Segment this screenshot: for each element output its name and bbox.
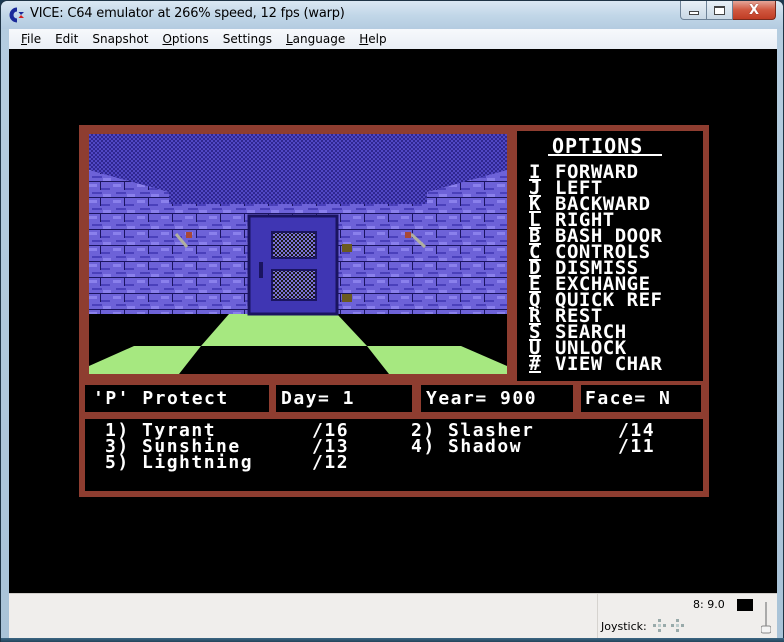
close-button[interactable]: X xyxy=(733,1,776,20)
vice-window: VICE: C64 emulator at 266% speed, 12 fps… xyxy=(0,0,784,642)
minimize-button[interactable] xyxy=(680,1,707,20)
dungeon-view xyxy=(89,134,507,374)
minimize-icon xyxy=(688,11,699,15)
window-controls: X xyxy=(680,1,776,21)
title-bar[interactable]: VICE: C64 emulator at 266% speed, 12 fps… xyxy=(1,1,783,29)
menu-language[interactable]: Language xyxy=(279,32,352,46)
protect-status: 'P' Protect xyxy=(93,388,229,409)
maximize-icon xyxy=(714,5,725,15)
party-slot-5: 5) Lightning/12 xyxy=(105,452,350,473)
window-title: VICE: C64 emulator at 266% speed, 12 fps… xyxy=(30,6,345,21)
face-status: Face= N xyxy=(585,388,672,409)
joystick-port-2-icon xyxy=(671,619,684,632)
door-grate-top xyxy=(271,231,317,259)
commodore-logo-icon xyxy=(9,7,24,23)
year-status: Year= 900 xyxy=(426,388,538,409)
menu-snapshot[interactable]: Snapshot xyxy=(85,32,155,46)
party-slot-4: 4) Shadow/11 xyxy=(411,436,656,457)
joystick-port-1-icon xyxy=(653,619,666,632)
drive-track-status: 8: 9.0 xyxy=(693,598,725,611)
status-bar: 8: 9.0 Joystick: xyxy=(9,593,777,639)
option-key: # xyxy=(529,353,541,375)
option-view-char: # VIEW CHAR xyxy=(529,353,663,375)
joystick-label: Joystick: xyxy=(601,620,647,633)
door-grate-bottom xyxy=(271,269,317,301)
window-bottom-border xyxy=(1,638,784,642)
menu-bar: File Edit Snapshot Options Settings Lang… xyxy=(9,29,777,49)
status-divider xyxy=(597,594,598,639)
close-icon: X xyxy=(748,2,760,18)
maximize-button[interactable] xyxy=(707,1,733,20)
menu-settings[interactable]: Settings xyxy=(216,32,279,46)
drive-led xyxy=(737,599,753,611)
menu-file[interactable]: File xyxy=(14,32,48,46)
volume-slider[interactable] xyxy=(761,602,771,634)
menu-options[interactable]: Options xyxy=(155,32,215,46)
dungeon-scene xyxy=(89,134,507,374)
option-label: VIEW CHAR xyxy=(555,353,663,375)
menu-edit[interactable]: Edit xyxy=(48,32,85,46)
options-title-underline xyxy=(548,154,662,156)
day-status: Day= 1 xyxy=(281,388,356,409)
menu-help[interactable]: Help xyxy=(352,32,393,46)
